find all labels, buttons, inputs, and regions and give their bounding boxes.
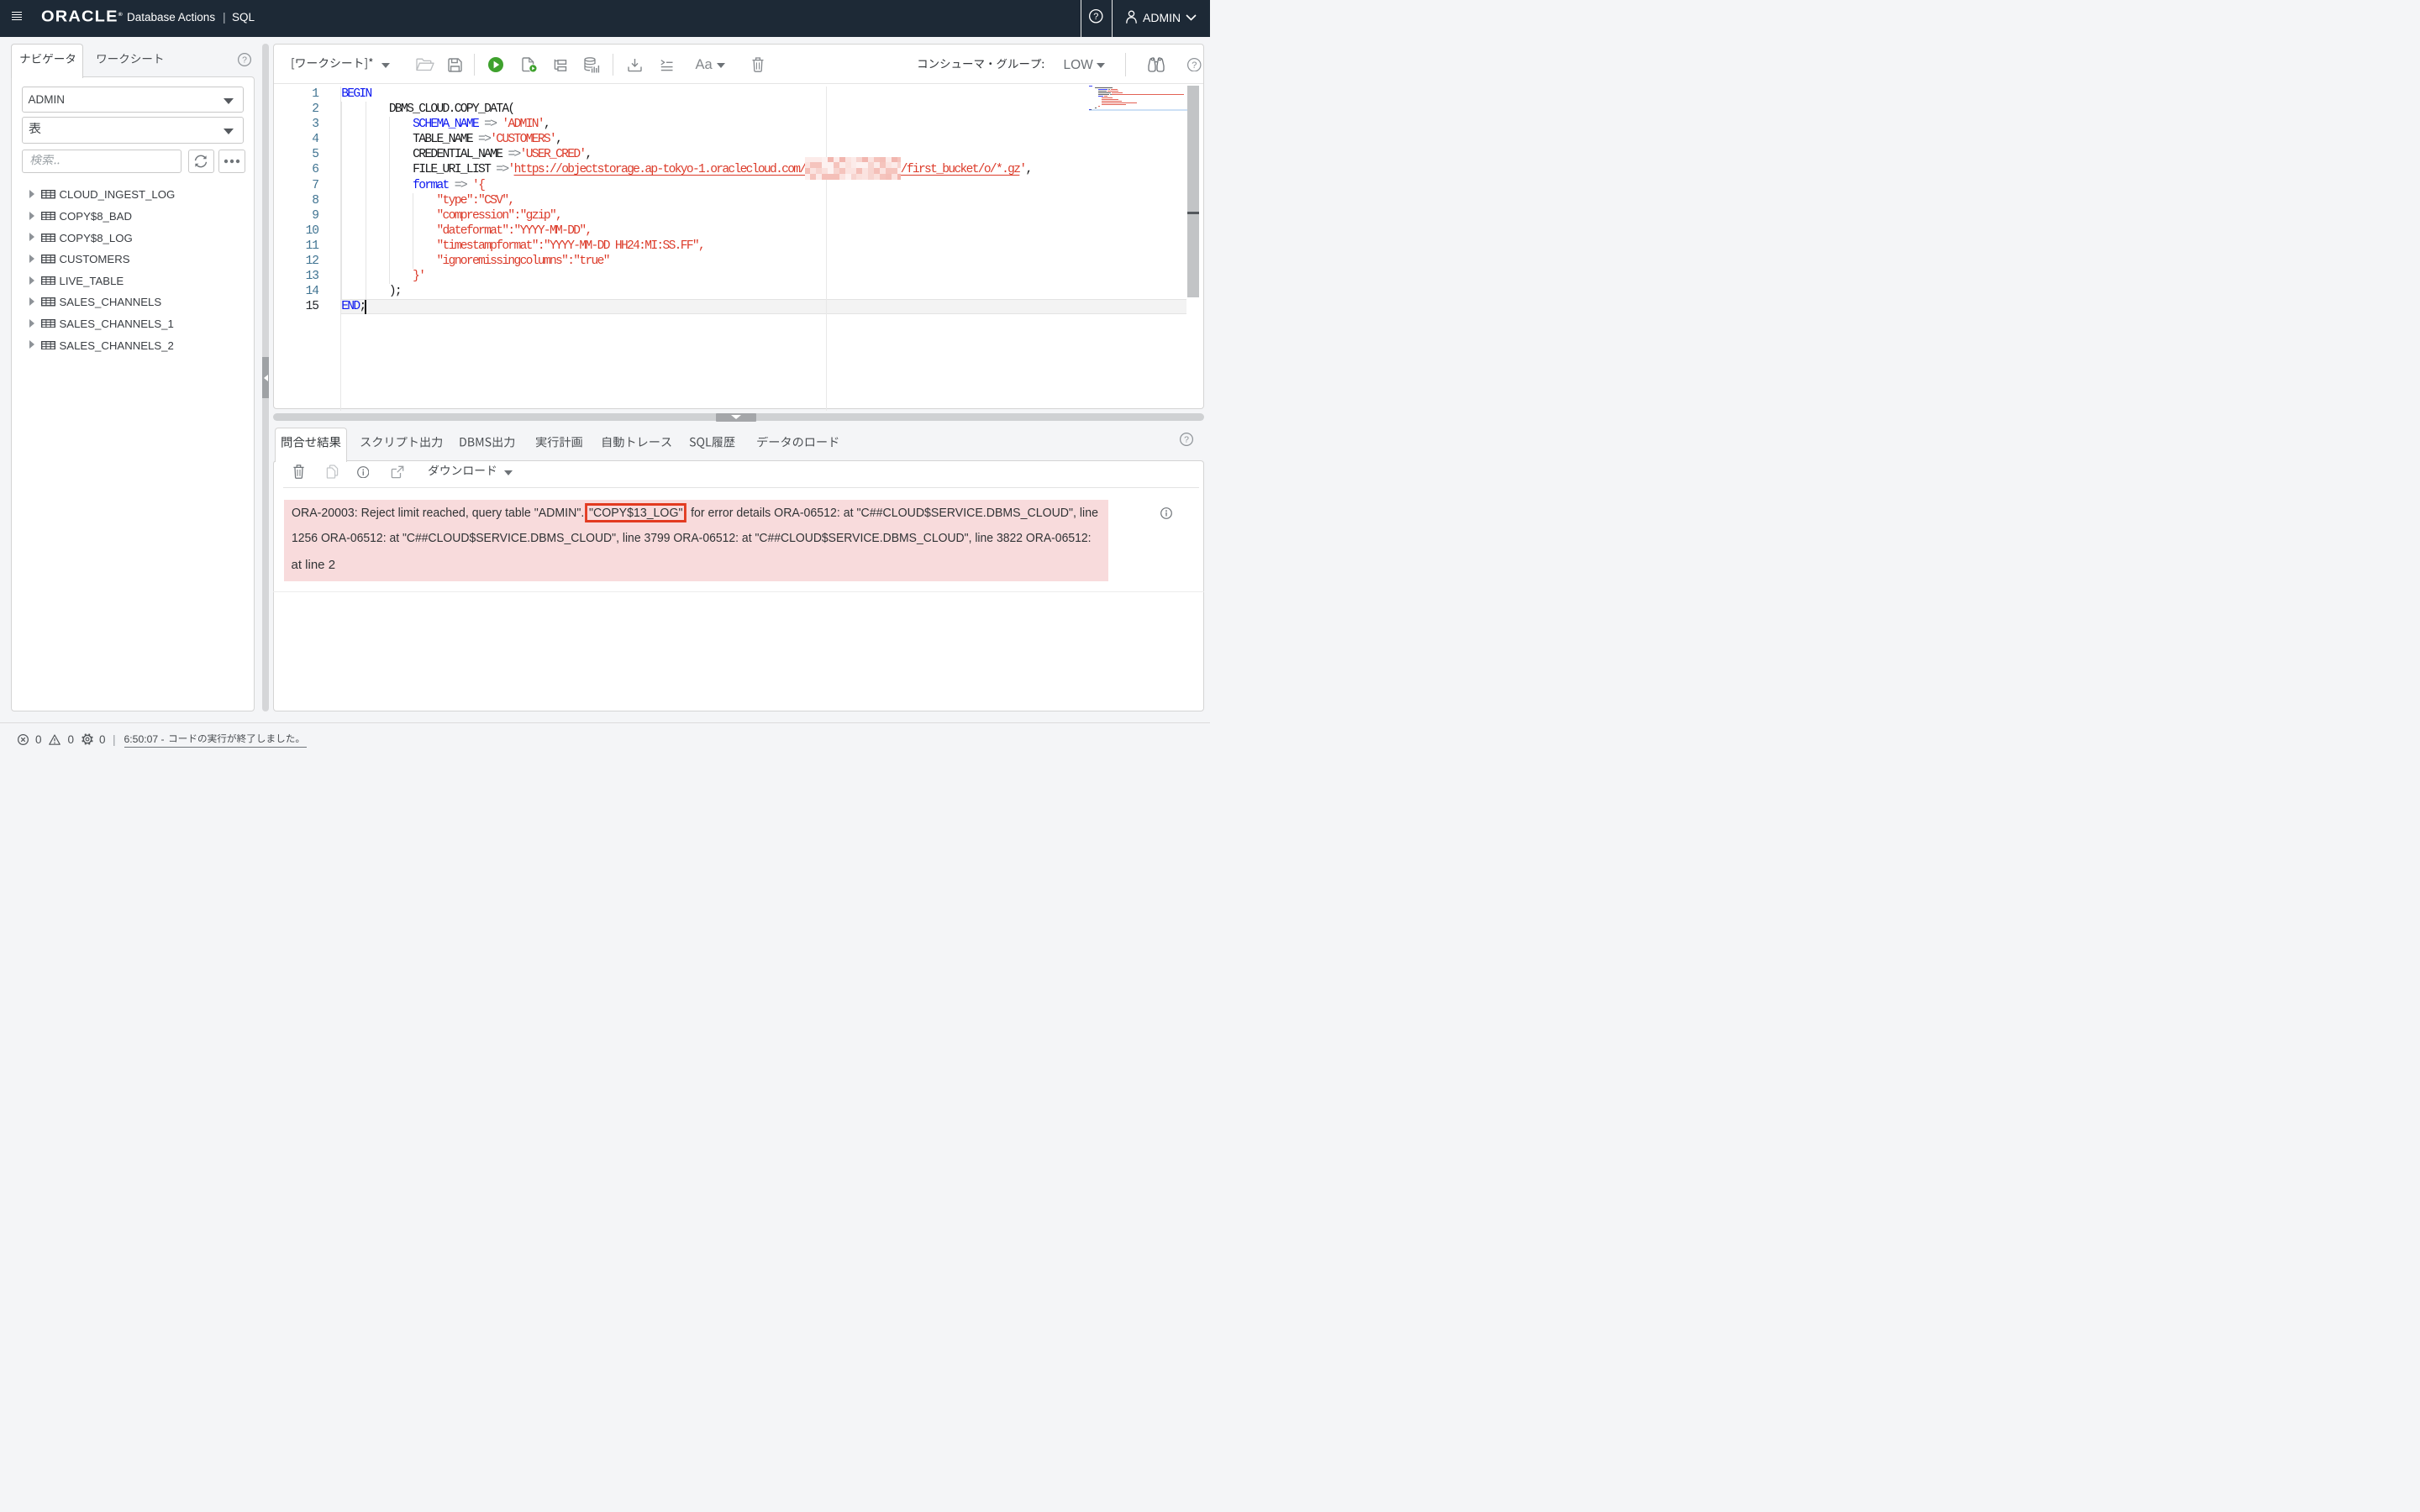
- svg-text:?: ?: [1192, 60, 1197, 71]
- svg-text:?: ?: [242, 55, 247, 65]
- svg-text:?: ?: [1184, 435, 1189, 445]
- svg-text:?: ?: [1093, 12, 1098, 22]
